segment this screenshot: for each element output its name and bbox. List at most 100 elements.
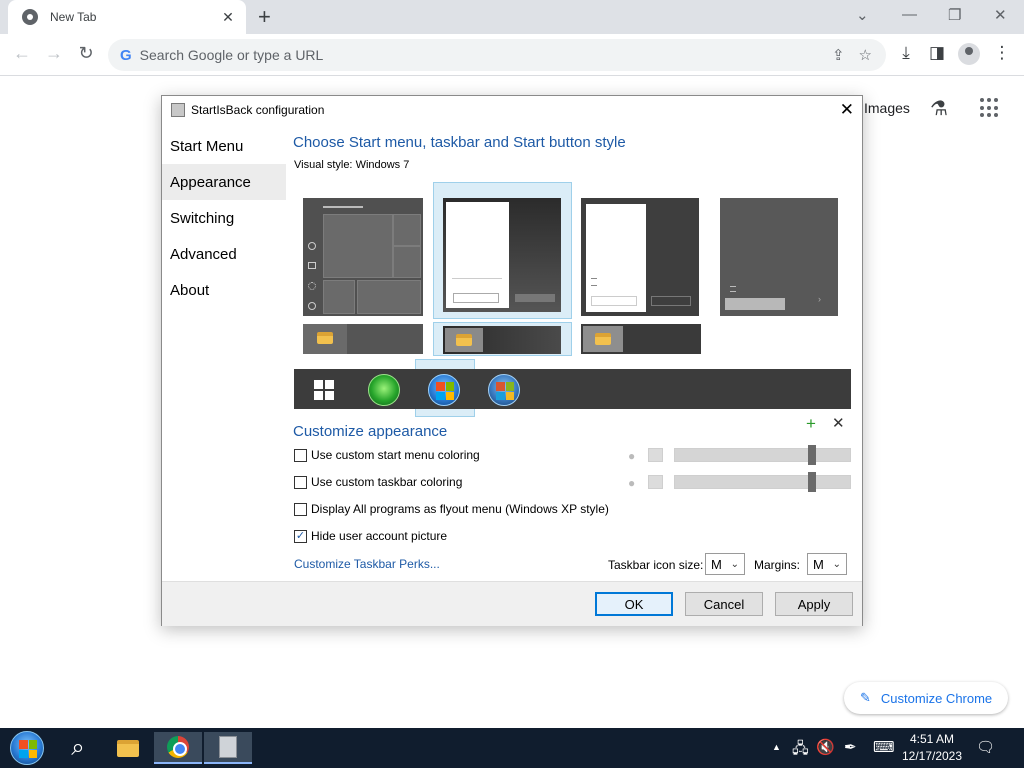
icon-size-label: Taskbar icon size: (608, 558, 704, 572)
google-apps-icon[interactable] (980, 98, 1000, 118)
network-icon[interactable]: 🖧 (792, 738, 809, 763)
back-icon[interactable]: ← (11, 43, 33, 64)
file-explorer-button[interactable] (104, 732, 152, 764)
slider-thumb[interactable] (808, 472, 816, 492)
download-icon[interactable]: ⤓ (895, 43, 917, 63)
start-button[interactable] (10, 731, 44, 765)
startisback-taskbar-button[interactable] (204, 732, 252, 764)
chrome-taskbar-button[interactable] (154, 732, 202, 764)
bookmark-star-icon[interactable]: ☆ (859, 46, 872, 64)
remove-icon[interactable]: ✕ (832, 414, 845, 432)
live-tile (393, 246, 421, 278)
tab-search-icon[interactable]: ⌄ (856, 6, 869, 24)
search-icon[interactable]: ⌕ (54, 732, 102, 764)
start-menu-style-plain8[interactable] (581, 198, 699, 316)
omnibox[interactable]: G Search Google or type a URL ⇪ ☆ (108, 39, 886, 71)
side-panel-icon[interactable]: ◨ (926, 43, 948, 63)
google-icon: G (120, 46, 132, 64)
windows7-orb-icon[interactable] (428, 374, 460, 406)
windows-orb-alt-icon[interactable] (488, 374, 520, 406)
startisback-app-icon (219, 736, 237, 758)
sidebar-item-about[interactable]: About (162, 272, 286, 308)
dialog-footer: OK Cancel Apply (162, 581, 862, 626)
clock[interactable]: 4:51 AM 12/17/2023 (898, 731, 966, 765)
custom-start-menu-coloring-option[interactable]: Use custom start menu coloring (294, 448, 480, 462)
startisback-dialog: StartIsBack configuration ✕ Start Menu A… (161, 95, 863, 626)
clock-time: 4:51 AM (909, 732, 955, 746)
checkbox-label: Hide user account picture (311, 529, 448, 543)
checkbox-label: Use custom start menu coloring (311, 448, 480, 462)
customize-taskbar-perks-link[interactable]: Customize Taskbar Perks... (294, 557, 440, 571)
folder-icon (308, 262, 316, 269)
checkbox-label: Use custom taskbar coloring (311, 475, 463, 489)
clock-date: 12/17/2023 (901, 749, 963, 763)
omnibox-placeholder[interactable]: Search Google or type a URL (140, 47, 832, 63)
sidebar-item-advanced[interactable]: Advanced (162, 236, 286, 272)
live-tile (323, 214, 393, 278)
clover-orb-icon[interactable] (368, 374, 400, 406)
sidebar-item-switching[interactable]: Switching (162, 200, 286, 236)
keyboard-icon[interactable]: ⌨ (873, 738, 895, 756)
cancel-button[interactable]: Cancel (685, 592, 763, 616)
new-tab-button[interactable]: + (258, 6, 271, 28)
color-swatch[interactable] (648, 475, 663, 489)
chrome-icon (167, 736, 189, 758)
volume-muted-icon[interactable]: 🔇 (816, 738, 835, 756)
taskbar-style-2[interactable] (443, 326, 561, 354)
dialog-titlebar: StartIsBack configuration (162, 96, 862, 124)
start-menu-style-metro[interactable]: › (720, 198, 838, 316)
apply-button[interactable]: Apply (775, 592, 853, 616)
pen-icon[interactable]: ✒ (844, 738, 857, 756)
forward-icon[interactable]: → (43, 43, 65, 64)
share-icon[interactable]: ⇪ (832, 46, 845, 64)
color-drop-icon: ● (628, 449, 636, 463)
profile-avatar-icon[interactable] (958, 43, 980, 65)
taskbar-style-1[interactable] (303, 324, 423, 354)
folder-icon (595, 333, 611, 345)
minimize-icon[interactable]: — (902, 6, 917, 23)
customize-chrome-button[interactable]: ✎ Customize Chrome (844, 682, 1008, 714)
sidebar-item-start-menu[interactable]: Start Menu (162, 128, 286, 164)
taskbar-style-3[interactable] (581, 324, 701, 354)
labs-flask-icon[interactable]: ⚗ (930, 96, 948, 121)
images-link[interactable]: Images (864, 100, 910, 116)
restore-icon[interactable]: ❐ (948, 6, 961, 24)
checkbox[interactable] (294, 475, 307, 489)
tray-overflow-icon[interactable]: ▲ (772, 742, 781, 752)
checkbox[interactable] (294, 502, 307, 516)
chrome-icon (22, 9, 38, 25)
live-tile (323, 280, 355, 314)
sidebar-item-appearance[interactable]: Appearance (162, 164, 286, 200)
reload-icon[interactable]: ↻ (75, 43, 97, 64)
checkbox-checked[interactable]: ✓ (294, 529, 307, 543)
ok-button[interactable]: OK (595, 592, 673, 616)
notification-icon[interactable]: 🗨 (976, 738, 995, 756)
add-icon[interactable]: + (806, 414, 816, 434)
start-menu-color-slider[interactable] (674, 448, 851, 462)
flyout-menu-option[interactable]: Display All programs as flyout menu (Win… (294, 502, 609, 516)
chrome-menu-icon[interactable]: ⋮ (991, 43, 1013, 63)
user-icon (308, 242, 316, 250)
window-close-icon[interactable]: ✕ (994, 6, 1007, 24)
hide-user-picture-option[interactable]: ✓ Hide user account picture (294, 529, 447, 543)
windows-logo-icon[interactable] (314, 380, 334, 400)
checkbox-label: Display All programs as flyout menu (Win… (311, 502, 609, 516)
taskbar-color-slider[interactable] (674, 475, 851, 489)
start-menu-style-windows10[interactable] (303, 198, 423, 316)
color-swatch[interactable] (648, 448, 663, 462)
slider-thumb[interactable] (808, 445, 816, 465)
tab-close-icon[interactable]: ✕ (220, 9, 236, 26)
list-icon (591, 278, 597, 286)
folder-icon (317, 332, 333, 344)
chevron-down-icon: ⌄ (832, 558, 841, 570)
browser-toolbar: ← → ↻ G Search Google or type a URL ⇪ ☆ … (0, 34, 1024, 76)
folder-icon (456, 334, 472, 346)
icon-size-dropdown[interactable]: M ⌄ (705, 553, 745, 575)
dialog-close-icon[interactable]: ✕ (840, 100, 854, 120)
start-menu-style-windows7[interactable] (443, 198, 561, 312)
margins-dropdown[interactable]: M ⌄ (807, 553, 847, 575)
list-icon (730, 286, 736, 292)
tab-new-tab[interactable]: New Tab ✕ (8, 0, 246, 34)
checkbox[interactable] (294, 448, 307, 462)
custom-taskbar-coloring-option[interactable]: Use custom taskbar coloring (294, 475, 462, 489)
